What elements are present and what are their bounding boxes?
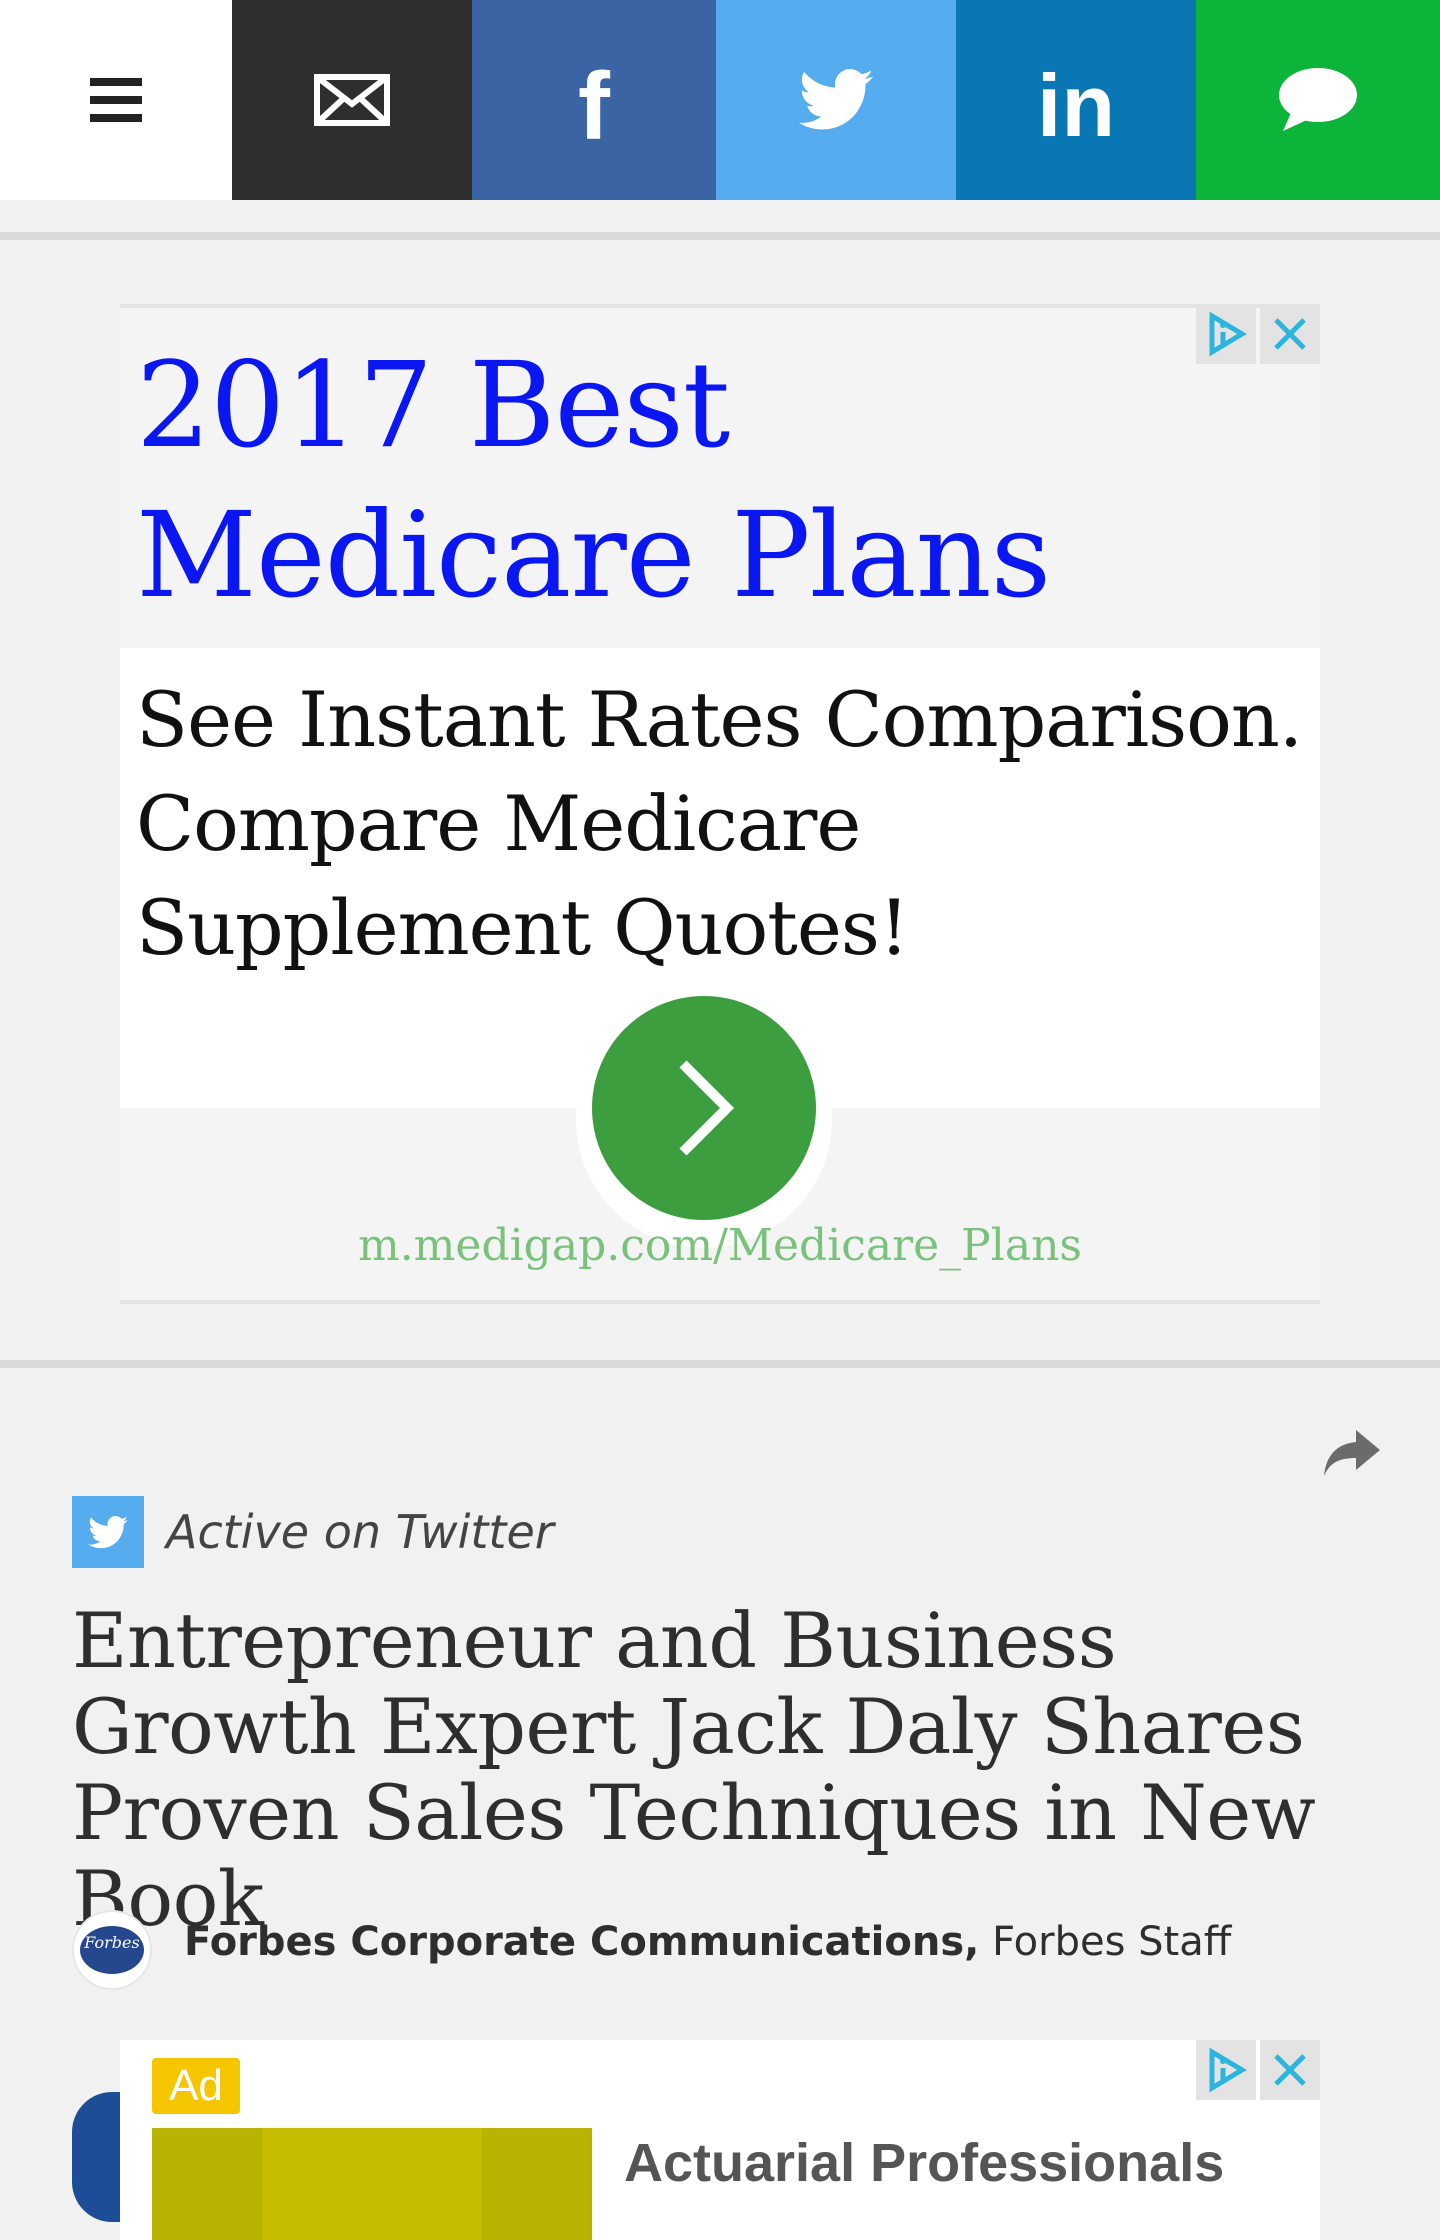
ad-badge: Ad [152,2058,240,2114]
facebook-share-button[interactable]: f [472,0,716,200]
ad-go-button[interactable] [592,996,816,1220]
ad-headline-area: 2017 Best Medicare Plans [120,308,1320,648]
adchoices [1196,304,1320,364]
email-share-button[interactable] [232,0,472,200]
adchoices-icon[interactable] [1196,304,1256,364]
close-icon [1274,2054,1306,2086]
linkedin-icon: in [1036,56,1116,155]
divider [0,1360,1440,1368]
author-byline: Forbes Corporate Communications, Forbes … [184,1912,1231,1972]
twitter-share-button[interactable] [716,0,956,200]
twitter-badge [72,1496,144,1568]
facebook-icon: f [578,53,610,160]
author-role: Forbes Staff [992,1919,1232,1965]
chevron-right-icon [679,1060,735,1156]
close-icon [1274,318,1306,350]
ad-url[interactable]: m.medigap.com/Medicare_Plans [120,1218,1320,1274]
active-on-twitter-label: Active on Twitter [166,1505,554,1559]
adchoices [1196,2040,1320,2100]
ad-headline[interactable]: 2017 Best Medicare Plans [136,330,1256,630]
menu-button[interactable] [0,0,232,200]
author-name[interactable]: Forbes Corporate Communications, [184,1919,979,1965]
medicare-ad[interactable]: 2017 Best Medicare Plans See Instant Rat… [120,304,1320,1304]
ad-title[interactable]: Actuarial Professionals [624,2128,1224,2198]
share-arrow-icon[interactable] [1320,1420,1384,1484]
share-bar: f in [0,0,1440,200]
twitter-icon [88,1515,128,1548]
linkedin-share-button[interactable]: in [956,0,1196,200]
close-ad-button[interactable] [1260,2040,1320,2100]
hamburger-icon [90,78,142,122]
divider [0,232,1440,240]
close-ad-button[interactable] [1260,304,1320,364]
article-title: Entrepreneur and Business Growth Expert … [72,1596,1316,1943]
sms-share-button[interactable] [1196,0,1440,200]
ad-body-text: See Instant Rates Comparison. Compare Me… [136,675,1303,972]
envelope-icon [314,74,390,126]
ad-image[interactable] [152,2128,592,2240]
avatar[interactable]: Forbes [72,1910,152,1990]
actuarial-ad[interactable]: Ad Actuarial Professionals [120,2040,1320,2240]
chat-bubble-icon [1279,68,1357,131]
avatar-text: Forbes [83,1933,139,1952]
twitter-icon [798,69,874,130]
adchoices-icon[interactable] [1196,2040,1256,2100]
